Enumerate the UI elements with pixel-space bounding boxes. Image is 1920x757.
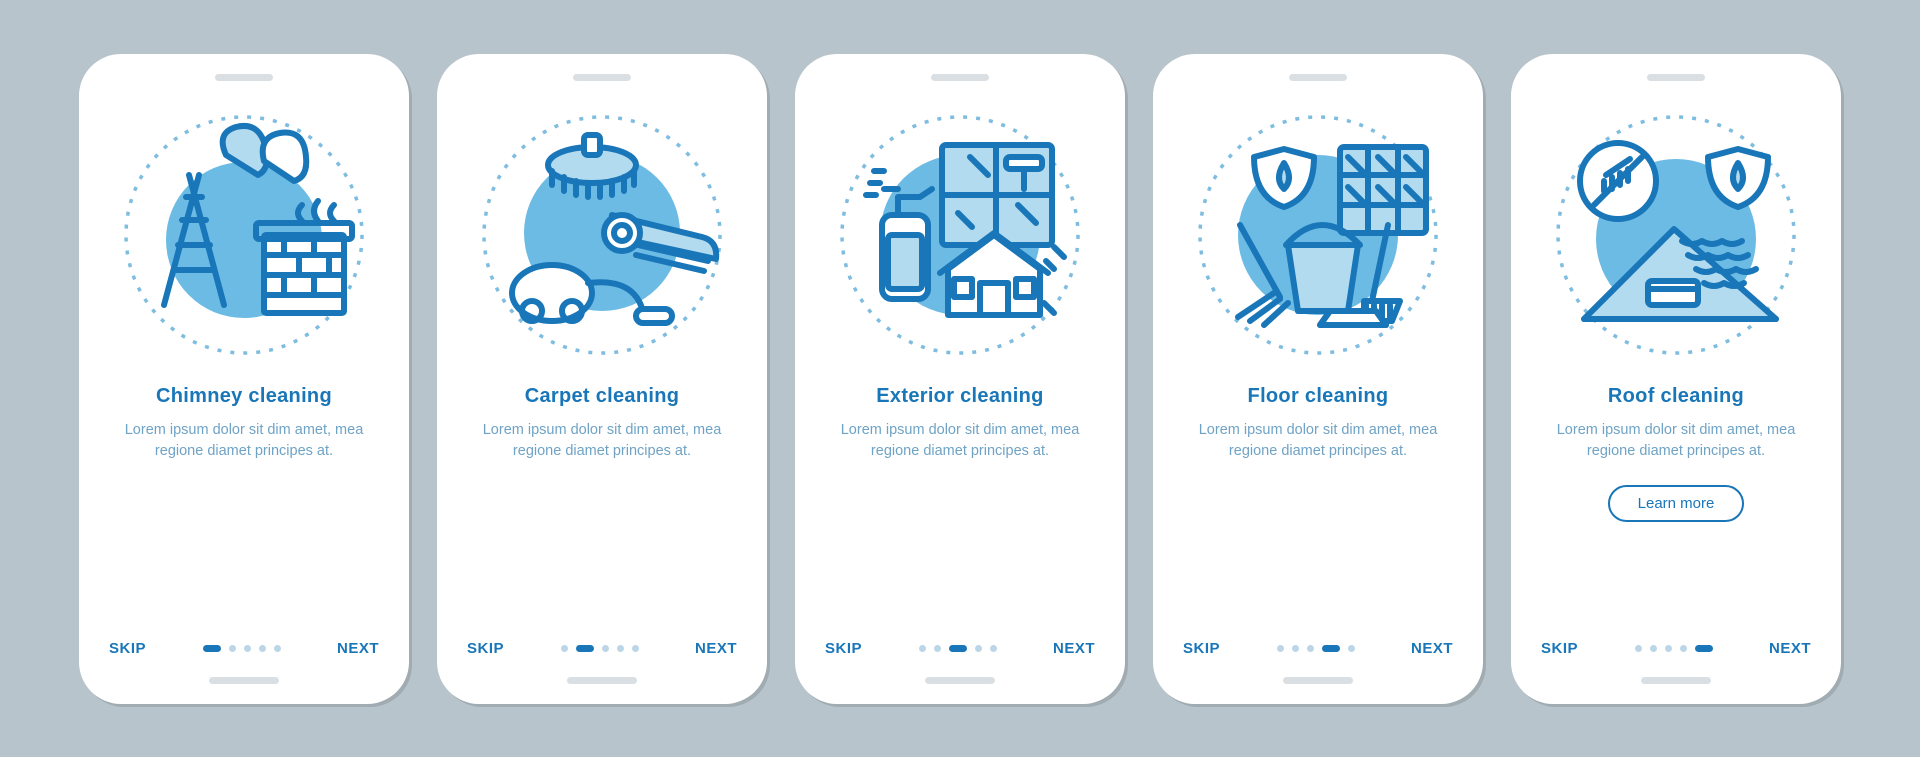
nav-row: SKIP NEXT	[811, 640, 1109, 663]
page-dot[interactable]	[1292, 645, 1299, 652]
screen-description: Lorem ipsum dolor sit dim amet, mea regi…	[453, 408, 751, 464]
page-dot[interactable]	[1695, 645, 1713, 652]
page-dots	[561, 645, 639, 652]
home-indicator	[1641, 677, 1711, 684]
home-indicator	[209, 677, 279, 684]
skip-button[interactable]: SKIP	[825, 640, 862, 657]
skip-button[interactable]: SKIP	[1541, 640, 1578, 657]
nav-row: SKIP NEXT	[453, 640, 751, 663]
page-dot[interactable]	[203, 645, 221, 652]
exterior-cleaning-icon	[811, 95, 1109, 375]
page-dot[interactable]	[1650, 645, 1657, 652]
page-dot[interactable]	[1348, 645, 1355, 652]
phone-frame: Carpet cleaning Lorem ipsum dolor sit di…	[437, 54, 767, 704]
onboarding-row: Chimney cleaning Lorem ipsum dolor sit d…	[49, 14, 1871, 744]
screen-description: Lorem ipsum dolor sit dim amet, mea regi…	[95, 408, 393, 464]
page-dots	[919, 645, 997, 652]
roof-cleaning-icon	[1527, 95, 1825, 375]
next-button[interactable]: NEXT	[1411, 640, 1453, 657]
nav-row: SKIP NEXT	[1527, 640, 1825, 663]
nav-row: SKIP NEXT	[95, 640, 393, 663]
page-dots	[203, 645, 281, 652]
page-dot[interactable]	[1277, 645, 1284, 652]
page-dot[interactable]	[1322, 645, 1340, 652]
page-dot[interactable]	[919, 645, 926, 652]
learn-more-button[interactable]: Learn more	[1608, 485, 1745, 522]
skip-button[interactable]: SKIP	[109, 640, 146, 657]
next-button[interactable]: NEXT	[1053, 640, 1095, 657]
skip-button[interactable]: SKIP	[1183, 640, 1220, 657]
page-dot[interactable]	[576, 645, 594, 652]
chimney-cleaning-icon	[95, 95, 393, 375]
page-dot[interactable]	[229, 645, 236, 652]
page-dot[interactable]	[1635, 645, 1642, 652]
speaker-slot	[1289, 74, 1347, 81]
next-button[interactable]: NEXT	[1769, 640, 1811, 657]
speaker-slot	[1647, 74, 1705, 81]
page-dot[interactable]	[1680, 645, 1687, 652]
phone-frame: Chimney cleaning Lorem ipsum dolor sit d…	[79, 54, 409, 704]
page-dot[interactable]	[990, 645, 997, 652]
home-indicator	[1283, 677, 1353, 684]
screen-title: Roof cleaning	[1527, 385, 1825, 408]
page-dot[interactable]	[949, 645, 967, 652]
skip-button[interactable]: SKIP	[467, 640, 504, 657]
page-dot[interactable]	[1665, 645, 1672, 652]
screen-description: Lorem ipsum dolor sit dim amet, mea regi…	[811, 408, 1109, 464]
page-dot[interactable]	[632, 645, 639, 652]
speaker-slot	[573, 74, 631, 81]
home-indicator	[567, 677, 637, 684]
screen-title: Chimney cleaning	[95, 385, 393, 408]
speaker-slot	[215, 74, 273, 81]
phone-frame: Exterior cleaning Lorem ipsum dolor sit …	[795, 54, 1125, 704]
screen-description: Lorem ipsum dolor sit dim amet, mea regi…	[1169, 408, 1467, 464]
page-dot[interactable]	[602, 645, 609, 652]
screen-title: Carpet cleaning	[453, 385, 751, 408]
page-dot[interactable]	[617, 645, 624, 652]
page-dot[interactable]	[274, 645, 281, 652]
page-dot[interactable]	[1307, 645, 1314, 652]
page-dot[interactable]	[561, 645, 568, 652]
carpet-cleaning-icon	[453, 95, 751, 375]
screen-description: Lorem ipsum dolor sit dim amet, mea regi…	[1527, 408, 1825, 464]
page-dot[interactable]	[259, 645, 266, 652]
page-dot[interactable]	[975, 645, 982, 652]
next-button[interactable]: NEXT	[337, 640, 379, 657]
page-dots	[1635, 645, 1713, 652]
next-button[interactable]: NEXT	[695, 640, 737, 657]
screen-title: Floor cleaning	[1169, 385, 1467, 408]
nav-row: SKIP NEXT	[1169, 640, 1467, 663]
phone-frame: Roof cleaning Lorem ipsum dolor sit dim …	[1511, 54, 1841, 704]
phone-frame: Floor cleaning Lorem ipsum dolor sit dim…	[1153, 54, 1483, 704]
screen-title: Exterior cleaning	[811, 385, 1109, 408]
home-indicator	[925, 677, 995, 684]
speaker-slot	[931, 74, 989, 81]
floor-cleaning-icon	[1169, 95, 1467, 375]
page-dot[interactable]	[244, 645, 251, 652]
page-dots	[1277, 645, 1355, 652]
page-dot[interactable]	[934, 645, 941, 652]
